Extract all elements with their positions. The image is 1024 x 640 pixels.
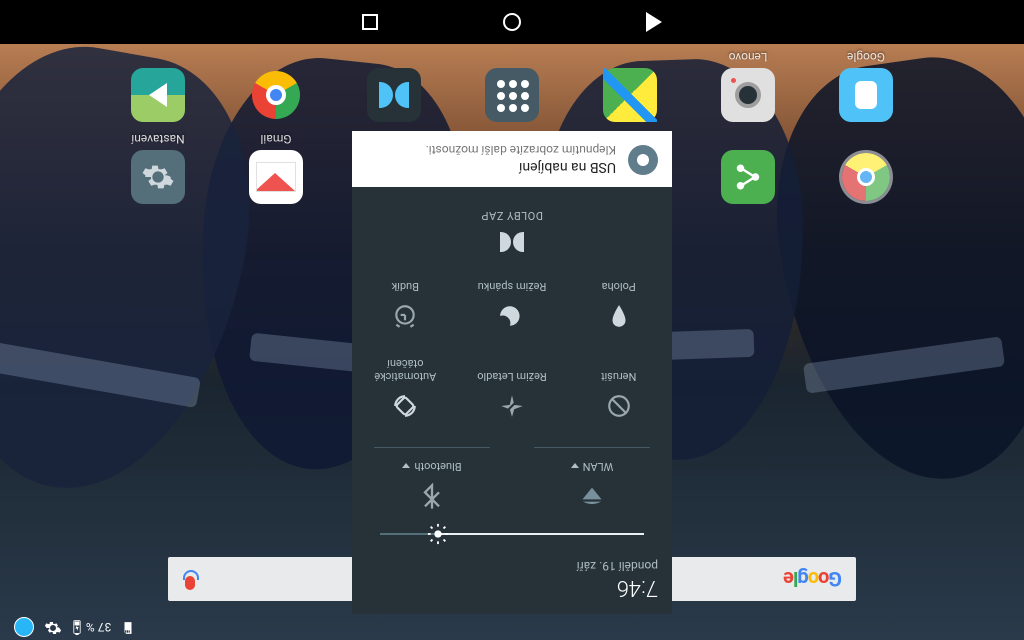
gmail-label: Gmail — [216, 132, 336, 146]
chevron-down-icon — [571, 463, 579, 468]
dolby-tile[interactable]: DOLBY ZAP — [352, 187, 672, 266]
moon-icon: 1m — [499, 299, 525, 329]
recents-button[interactable] — [359, 11, 381, 33]
settings-icon[interactable] — [44, 617, 62, 638]
alarm-icon — [392, 299, 418, 329]
share-app-icon[interactable] — [721, 150, 775, 204]
clock-time: 7:46 — [366, 575, 658, 600]
app-drawer-icon[interactable] — [485, 68, 539, 122]
recents-icon — [362, 14, 378, 30]
wlan-label: WLAN — [583, 460, 614, 473]
google-logo: Google — [784, 567, 842, 591]
jar-app-icon[interactable]: Google — [839, 68, 893, 122]
wlan-tile[interactable]: WLAN — [512, 439, 672, 519]
dolby-icon — [500, 232, 524, 252]
sleep-label: Režim spánku — [478, 280, 547, 293]
maps-app-icon[interactable] — [603, 68, 657, 122]
wifi-icon — [578, 479, 606, 511]
location-tile[interactable]: Poloha — [565, 272, 672, 337]
google-folder-label: Google — [806, 50, 926, 64]
alarm-label: Budík — [392, 280, 419, 293]
rotate-icon — [392, 389, 418, 419]
dnd-icon — [606, 389, 632, 419]
bluetooth-tile[interactable]: Bluetooth — [352, 439, 512, 519]
chrome-app-icon[interactable] — [249, 68, 303, 122]
airplane-tile[interactable]: Režim Letadlo — [459, 349, 566, 427]
back-button[interactable] — [643, 11, 665, 33]
clock-date: pondělí 19. září — [366, 559, 658, 573]
settings-label: Nastavení — [98, 132, 218, 146]
battery-indicator: 37 % — [72, 619, 111, 635]
svg-text:1m: 1m — [499, 316, 509, 324]
alarm-tile[interactable]: Budík — [352, 272, 459, 337]
sleep-tile[interactable]: 1m Režim spánku — [459, 272, 566, 337]
location-icon — [606, 299, 632, 329]
navigation-bar — [0, 0, 1024, 44]
status-bar: 37 % — [0, 614, 1024, 640]
sd-card-icon — [121, 618, 135, 637]
airplane-icon — [499, 389, 525, 419]
airplane-label: Režim Letadlo — [477, 370, 547, 383]
dolby-app-icon[interactable] — [367, 68, 421, 122]
dnd-label: Nerušit — [601, 370, 636, 383]
settings-app-icon[interactable]: Nastavení — [131, 150, 185, 204]
autorotate-tile[interactable]: Automatické otáčení — [352, 349, 459, 427]
notification-title: USB na nabíjení — [426, 159, 616, 175]
location-label: Poloha — [602, 280, 636, 293]
home-icon — [503, 13, 521, 31]
notification-icon — [628, 145, 658, 175]
autorotate-label: Automatické otáčení — [356, 357, 455, 383]
notification-subtitle: Klepnutím zobrazíte další možnosti. — [426, 143, 616, 157]
quick-settings-panel: 7:46 pondělí 19. září WLAN Bluetooth — [352, 131, 672, 614]
back-icon — [646, 12, 662, 32]
lenovo-folder-label: Lenovo — [688, 50, 808, 64]
dolby-label: DOLBY ZAP — [481, 209, 543, 222]
gmail-app-icon[interactable]: Gmail — [249, 150, 303, 204]
camera-app-icon[interactable]: Lenovo — [721, 68, 775, 122]
brightness-slider[interactable] — [352, 525, 672, 555]
bluetooth-label: Bluetooth — [414, 460, 461, 473]
mic-icon[interactable] — [182, 568, 198, 590]
user-avatar[interactable] — [14, 617, 34, 637]
chrome-variant-app-icon[interactable] — [839, 150, 893, 204]
dnd-tile[interactable]: Nerušit — [565, 349, 672, 427]
play-store-icon[interactable] — [131, 68, 185, 122]
home-button[interactable] — [501, 11, 523, 33]
brightness-icon[interactable] — [427, 523, 449, 545]
bluetooth-icon — [418, 479, 446, 511]
usb-notification[interactable]: USB na nabíjení Klepnutím zobrazíte dalš… — [352, 131, 672, 187]
battery-percent: 37 % — [86, 620, 111, 634]
chevron-down-icon — [402, 463, 410, 468]
